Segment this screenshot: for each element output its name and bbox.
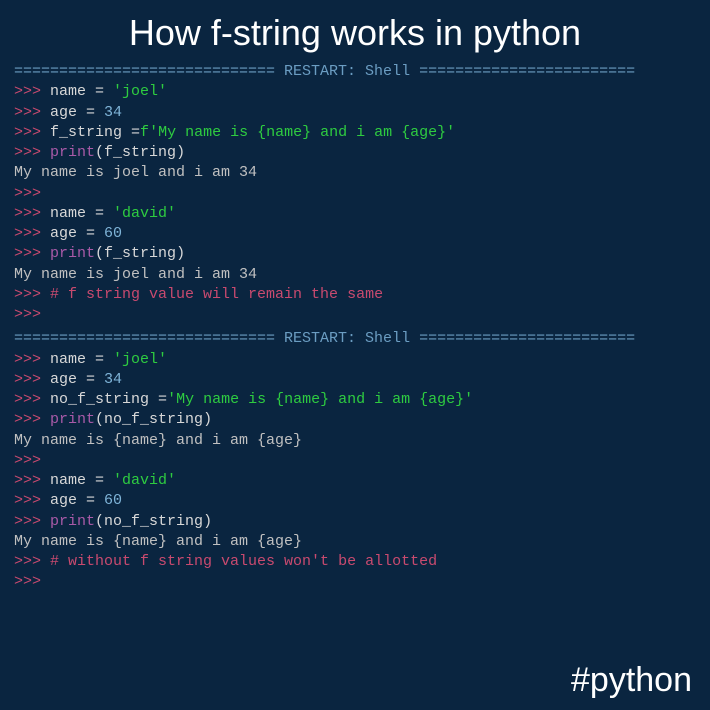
prompt: >>> (14, 245, 50, 262)
function-name: print (50, 513, 95, 530)
prompt: >>> (14, 553, 50, 570)
prompt: >>> (14, 205, 50, 222)
prompt: >>> (14, 452, 41, 469)
paren: ( (95, 144, 104, 161)
code-text: no_f_string (104, 411, 203, 428)
number-literal: 34 (104, 104, 122, 121)
code-text: = (95, 83, 113, 100)
code-text: f_string (104, 245, 176, 262)
function-name: print (50, 245, 95, 262)
hashtag-label: #python (571, 661, 692, 700)
number-literal: 34 (104, 371, 122, 388)
code-text: no_f_string (104, 513, 203, 530)
prompt: >>> (14, 225, 50, 242)
number-literal: 60 (104, 492, 122, 509)
code-block-1: ============================= RESTART: S… (0, 62, 710, 325)
paren: ) (203, 513, 212, 530)
code-text: = (131, 124, 140, 141)
string-literal: 'david' (113, 472, 176, 489)
output-text: My name is joel and i am 34 (14, 265, 696, 285)
paren: ( (95, 245, 104, 262)
output-text: My name is {name} and i am {age} (14, 532, 696, 552)
prompt: >>> (14, 124, 50, 141)
output-text: My name is {name} and i am {age} (14, 431, 696, 451)
paren: ) (176, 245, 185, 262)
code-text: f_string (50, 124, 131, 141)
prompt: >>> (14, 185, 41, 202)
prompt: >>> (14, 83, 50, 100)
prompt: >>> (14, 371, 50, 388)
prompt: >>> (14, 351, 50, 368)
restart-divider: ============================= RESTART: S… (14, 329, 696, 349)
string-literal: 'david' (113, 205, 176, 222)
code-text: name (50, 472, 95, 489)
string-literal: 'joel' (113, 83, 167, 100)
prompt: >>> (14, 513, 50, 530)
prompt: >>> (14, 411, 50, 428)
paren: ( (95, 513, 104, 530)
code-text: age (50, 104, 86, 121)
output-text: My name is joel and i am 34 (14, 163, 696, 183)
code-text: = (95, 472, 113, 489)
code-text: f_string (104, 144, 176, 161)
code-text: name (50, 205, 95, 222)
code-text: name (50, 83, 95, 100)
code-text: = (86, 371, 104, 388)
code-text: name (50, 351, 95, 368)
code-text: = (86, 225, 104, 242)
string-literal: 'My name is {name} and i am {age}' (149, 124, 455, 141)
prompt: >>> (14, 286, 50, 303)
code-text: = (86, 492, 104, 509)
number-literal: 60 (104, 225, 122, 242)
prompt: >>> (14, 492, 50, 509)
comment-text: # without f string values won't be allot… (50, 553, 437, 570)
code-text: age (50, 371, 86, 388)
code-text: age (50, 492, 86, 509)
page-title: How f-string works in python (0, 0, 710, 62)
code-block-2: ============================= RESTART: S… (0, 329, 710, 592)
paren: ( (95, 411, 104, 428)
prompt: >>> (14, 472, 50, 489)
f-prefix: f (140, 124, 149, 141)
function-name: print (50, 144, 95, 161)
prompt: >>> (14, 573, 41, 590)
code-text: age (50, 225, 86, 242)
restart-divider: ============================= RESTART: S… (14, 62, 696, 82)
code-text: no_f_string (50, 391, 158, 408)
paren: ) (203, 411, 212, 428)
code-text: = (95, 351, 113, 368)
comment-text: # f string value will remain the same (50, 286, 383, 303)
code-text: = (95, 205, 113, 222)
prompt: >>> (14, 144, 50, 161)
prompt: >>> (14, 306, 41, 323)
code-text: = (158, 391, 167, 408)
string-literal: 'My name is {name} and i am {age}' (167, 391, 473, 408)
prompt: >>> (14, 391, 50, 408)
function-name: print (50, 411, 95, 428)
string-literal: 'joel' (113, 351, 167, 368)
prompt: >>> (14, 104, 50, 121)
code-text: = (86, 104, 104, 121)
paren: ) (176, 144, 185, 161)
